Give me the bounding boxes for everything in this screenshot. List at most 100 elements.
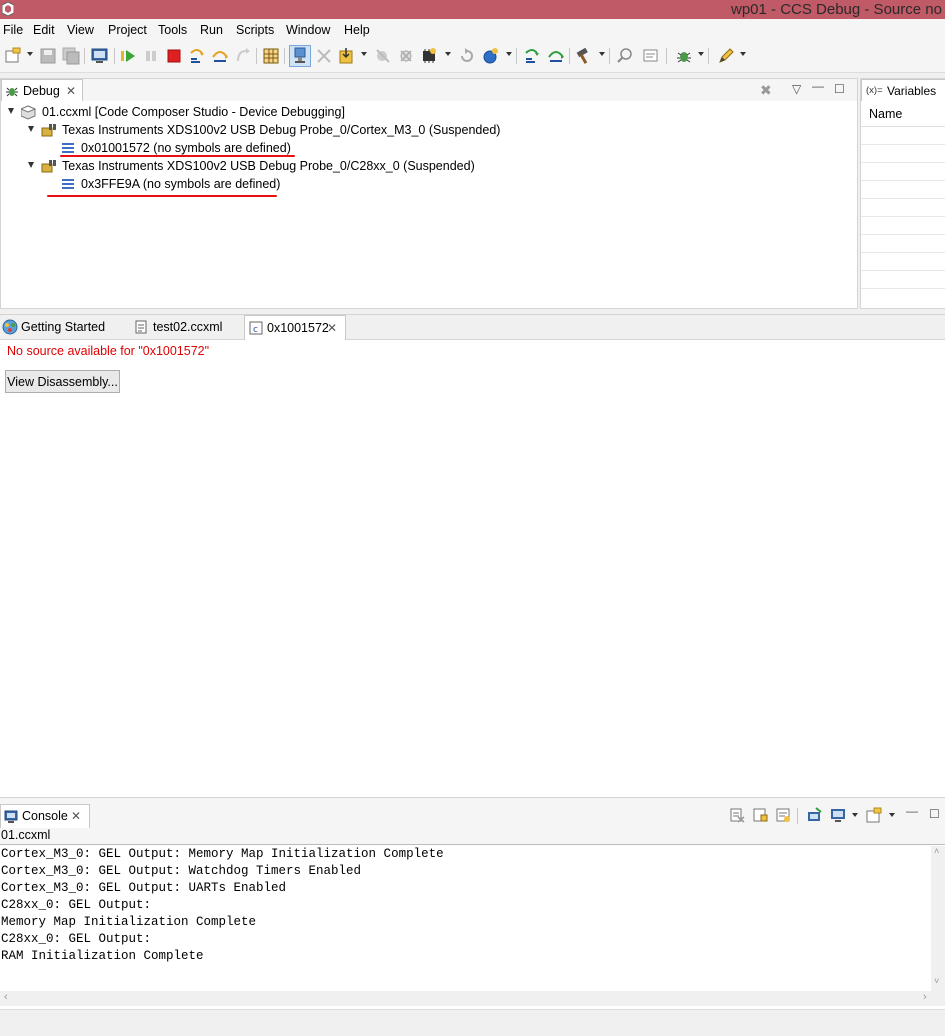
terminate-icon[interactable] xyxy=(165,47,183,65)
view-menu-icon[interactable]: ▽ xyxy=(792,82,801,96)
reset-icon[interactable] xyxy=(482,47,500,65)
console-line: Cortex_M3_0: GEL Output: Memory Map Init… xyxy=(1,847,444,861)
minimize-icon[interactable]: — xyxy=(812,79,824,93)
build-hammer-icon[interactable] xyxy=(575,47,593,65)
chevron-down-icon[interactable] xyxy=(27,52,33,56)
chevron-down-icon[interactable] xyxy=(506,52,512,56)
chevron-down-icon[interactable] xyxy=(852,813,858,817)
connect-target-icon[interactable] xyxy=(289,45,311,67)
menu-help[interactable]: Help xyxy=(344,22,370,38)
ccxml-icon xyxy=(21,105,36,120)
save-icon[interactable] xyxy=(39,47,57,65)
chevron-down-icon[interactable] xyxy=(445,52,451,56)
chevron-down-icon[interactable] xyxy=(740,52,746,56)
menu-file[interactable]: File xyxy=(3,22,23,38)
stack-frame-icon xyxy=(62,143,74,153)
tab-console[interactable]: Console ✕ xyxy=(0,804,90,828)
svg-text:c: c xyxy=(253,325,258,335)
tree-item-label: 01.ccxml [Code Composer Studio - Device … xyxy=(42,105,345,119)
close-icon[interactable]: ✕ xyxy=(327,316,337,340)
terminal-icon[interactable] xyxy=(91,47,109,65)
expand-icon[interactable] xyxy=(8,108,14,114)
variables-header: Name xyxy=(861,102,945,127)
window-title: wp01 - CCS Debug - Source no xyxy=(731,1,942,18)
console-output[interactable]: Cortex_M3_0: GEL Output: Memory Map Init… xyxy=(1,846,444,965)
tab-test02-ccxml[interactable]: test02.ccxml xyxy=(133,315,243,339)
getting-started-icon xyxy=(2,319,18,335)
column-name-header[interactable]: Name xyxy=(869,107,902,121)
edit-pencil-icon[interactable] xyxy=(717,47,735,65)
menu-project[interactable]: Project xyxy=(108,22,147,38)
disconnect-icon[interactable] xyxy=(315,47,333,65)
comment-icon[interactable] xyxy=(642,47,660,65)
chevron-down-icon[interactable] xyxy=(698,52,704,56)
maximize-icon[interactable]: ☐ xyxy=(929,807,940,821)
remove-breakpoints-icon[interactable] xyxy=(397,47,415,65)
display-console-icon[interactable] xyxy=(830,807,846,823)
tab-label: Getting Started xyxy=(21,320,106,334)
load-program-icon[interactable] xyxy=(338,47,356,65)
debug-bug-icon[interactable] xyxy=(675,47,693,65)
clear-console-icon[interactable] xyxy=(729,807,745,823)
app-icon xyxy=(2,2,14,16)
pin-console-icon[interactable] xyxy=(806,807,822,823)
step-return-icon[interactable] xyxy=(234,47,252,65)
console-horizontal-scrollbar[interactable]: ‹ › xyxy=(0,991,945,1006)
menu-run[interactable]: Run xyxy=(200,22,223,38)
assembly-step-into-icon[interactable] xyxy=(523,47,541,65)
minimize-icon[interactable]: — xyxy=(906,804,918,818)
view-disassembly-button[interactable]: View Disassembly... xyxy=(5,370,120,393)
menu-scripts[interactable]: Scripts xyxy=(236,22,274,38)
scroll-lock-icon[interactable] xyxy=(752,807,768,823)
console-line: Cortex_M3_0: GEL Output: Watchdog Timers… xyxy=(1,864,362,878)
step-over-icon[interactable] xyxy=(211,47,229,65)
scroll-right-icon[interactable]: › xyxy=(923,991,927,1003)
scroll-up-icon[interactable]: ˄ xyxy=(934,846,939,856)
chevron-down-icon[interactable] xyxy=(889,813,895,817)
open-console-icon[interactable] xyxy=(866,807,882,823)
console-line: C28xx_0: GEL Output: xyxy=(1,898,152,912)
tab-debug[interactable]: Debug ✕ xyxy=(1,79,83,101)
menu-tools[interactable]: Tools xyxy=(158,22,187,38)
menu-window[interactable]: Window xyxy=(286,22,330,38)
tab-debug-label: Debug xyxy=(23,84,60,98)
console-view: Console ✕ — ☐ 01.ccxml Cortex_M3_0: GEL … xyxy=(0,797,945,1010)
tree-item-label: 0x3FFE9A (no symbols are defined) xyxy=(81,177,281,191)
save-all-icon[interactable] xyxy=(62,47,80,65)
memory-grid-icon[interactable] xyxy=(262,47,280,65)
maximize-icon[interactable]: ☐ xyxy=(834,82,845,96)
stack-frame-icon xyxy=(62,179,74,189)
chip-icon[interactable] xyxy=(420,47,438,65)
status-bar xyxy=(0,1009,945,1036)
menu-view[interactable]: View xyxy=(67,22,94,38)
expand-icon[interactable] xyxy=(28,162,34,168)
scroll-down-icon[interactable]: ˅ xyxy=(934,976,939,986)
remove-all-terminated-icon[interactable]: ✖ xyxy=(760,82,772,99)
word-wrap-icon[interactable] xyxy=(775,807,791,823)
suspend-icon[interactable] xyxy=(142,47,160,65)
tab-variables[interactable]: (x)= Variables xyxy=(861,79,945,101)
no-source-message: No source available for "0x1001572" xyxy=(7,344,210,358)
annotation-underline xyxy=(60,155,295,157)
tab-0x1001572[interactable]: c 0x1001572 ✕ xyxy=(244,315,346,340)
search-icon[interactable] xyxy=(616,47,634,65)
close-icon[interactable]: ✕ xyxy=(66,80,76,102)
chevron-down-icon[interactable] xyxy=(361,52,367,56)
tab-getting-started[interactable]: Getting Started xyxy=(0,315,125,339)
console-vertical-scrollbar[interactable]: ˄ ˅ xyxy=(931,846,945,991)
scroll-left-icon[interactable]: ‹ xyxy=(4,991,8,1003)
expand-icon[interactable] xyxy=(28,126,34,132)
step-into-icon[interactable] xyxy=(188,47,206,65)
annotation-underline xyxy=(47,195,277,197)
restart-icon[interactable] xyxy=(458,47,476,65)
chevron-down-icon[interactable] xyxy=(599,52,605,56)
c-file-icon: c xyxy=(249,321,263,335)
resume-icon[interactable] xyxy=(119,47,137,65)
editor-area: Getting Started test02.ccxml c 0x1001572… xyxy=(0,314,945,797)
console-icon xyxy=(4,810,18,823)
menu-edit[interactable]: Edit xyxy=(33,22,55,38)
breakpoint-icon[interactable] xyxy=(374,47,392,65)
close-icon[interactable]: ✕ xyxy=(71,805,81,827)
new-icon[interactable] xyxy=(4,47,22,65)
assembly-step-over-icon[interactable] xyxy=(547,47,565,65)
